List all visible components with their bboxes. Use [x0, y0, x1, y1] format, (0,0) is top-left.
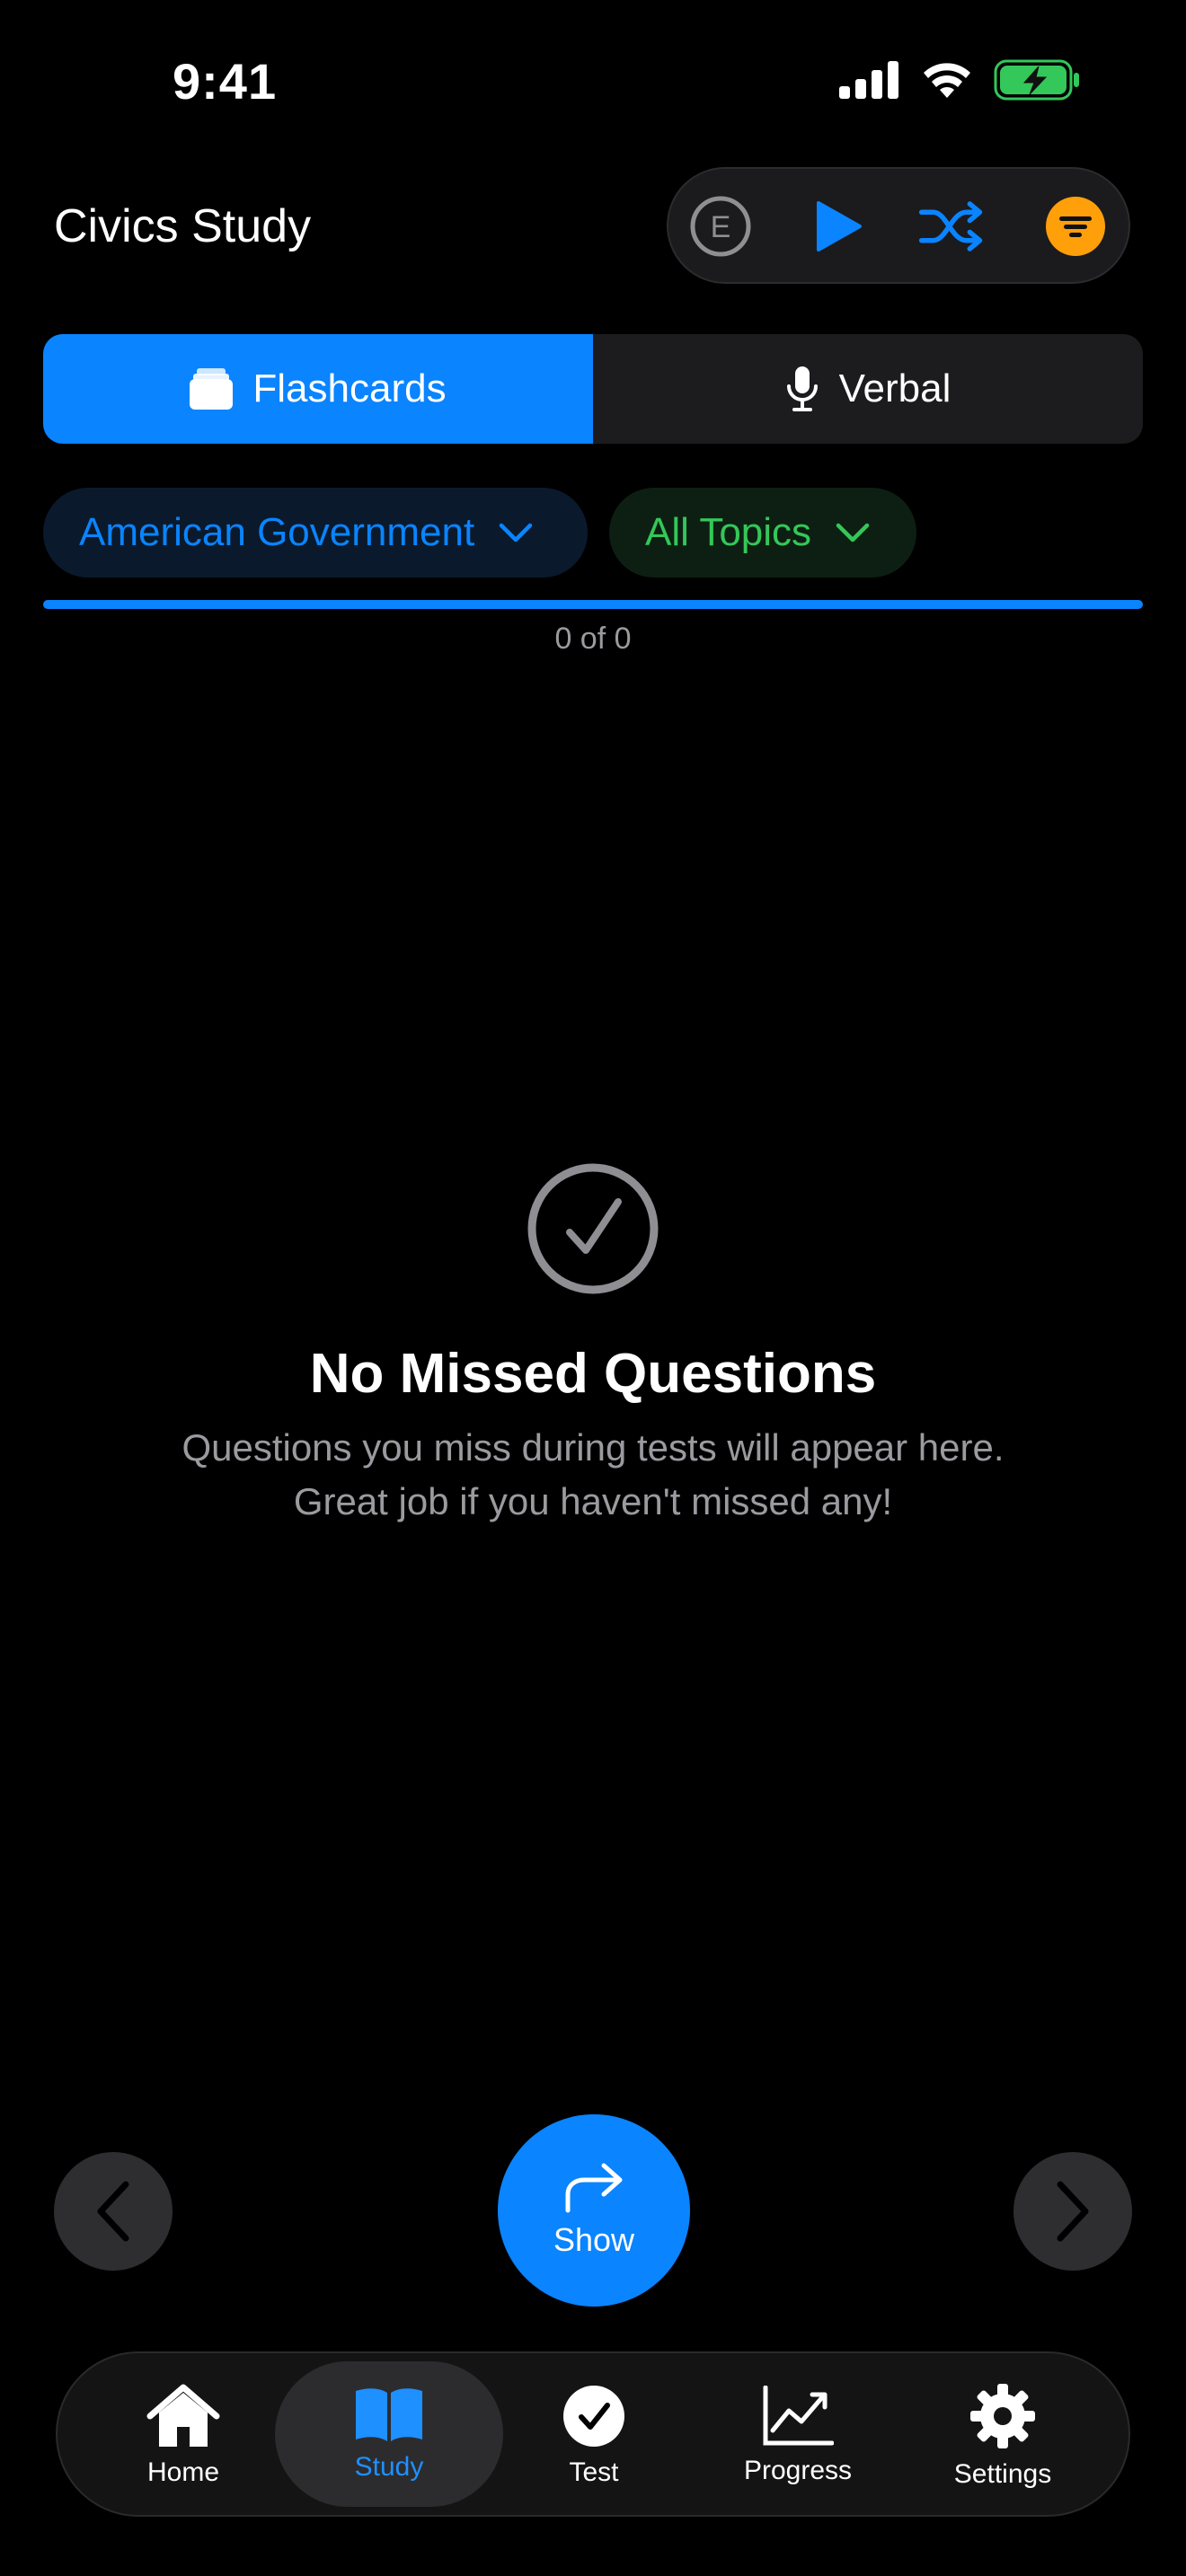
page-title: Civics Study [54, 200, 312, 252]
tab-progress[interactable]: Progress [712, 2353, 883, 2519]
tab-home[interactable]: Home [98, 2353, 269, 2519]
share-arrow-icon [565, 2163, 623, 2213]
tab-test-label: Test [569, 2457, 619, 2487]
tab-study-label: Study [354, 2452, 424, 2482]
topic-dropdown[interactable]: All Topics [609, 488, 916, 578]
battery-charging-icon [994, 59, 1079, 101]
play-button[interactable] [805, 193, 872, 260]
previous-button[interactable] [54, 2152, 173, 2271]
chart-line-icon [763, 2386, 834, 2446]
mode-segmented-control: Flashcards Verbal [43, 334, 1143, 444]
checkmark-circle-icon [527, 1163, 659, 1294]
tab-progress-label: Progress [743, 2456, 853, 2485]
wifi-icon [924, 63, 970, 98]
segment-verbal-label: Verbal [838, 366, 951, 410]
chevron-right-icon [1057, 2181, 1089, 2242]
header-toolbar: E [667, 167, 1130, 284]
signal-icon [839, 61, 898, 99]
status-time: 9:41 [173, 53, 278, 110]
empty-state-line-1: Questions you miss during tests will app… [181, 1426, 1005, 1469]
progress-count: 0 of 0 [554, 622, 632, 656]
status-icons [837, 59, 1080, 101]
category-dropdown-label: American Government [79, 510, 475, 554]
play-icon [817, 201, 862, 251]
segment-flashcards-label: Flashcards [252, 366, 447, 410]
microphone-icon [786, 366, 818, 411]
segment-verbal[interactable]: Verbal [593, 334, 1143, 444]
checkmark-circle-icon [563, 2386, 624, 2447]
tab-study[interactable]: Study [275, 2361, 503, 2507]
tab-home-label: Home [146, 2457, 220, 2487]
chevron-down-icon [499, 523, 533, 543]
filter-button[interactable] [1042, 193, 1109, 260]
progress-bar [43, 600, 1143, 609]
shuffle-button[interactable] [918, 193, 985, 260]
tab-bar: Home Study Test Progress Settings [56, 2351, 1130, 2517]
empty-state-message: Questions you miss during tests will app… [0, 1421, 1186, 1529]
next-button[interactable] [1013, 2152, 1132, 2271]
topic-dropdown-label: All Topics [645, 510, 812, 554]
tab-settings-label: Settings [953, 2459, 1052, 2489]
chevron-down-icon [836, 523, 870, 543]
cards-icon [190, 368, 234, 410]
tab-test[interactable]: Test [509, 2353, 679, 2519]
show-label: Show [553, 2221, 635, 2258]
chevron-left-icon [97, 2181, 129, 2242]
gear-icon [970, 2384, 1035, 2448]
segment-flashcards[interactable]: Flashcards [43, 334, 593, 444]
show-answer-button[interactable]: Show [498, 2114, 690, 2307]
shuffle-icon [918, 201, 983, 251]
house-icon [146, 2384, 220, 2447]
category-dropdown[interactable]: American Government [43, 488, 588, 578]
english-mode-button[interactable]: E [687, 193, 754, 260]
empty-state-title: No Missed Questions [309, 1343, 877, 1405]
book-icon [356, 2388, 422, 2441]
e-label: E [711, 210, 731, 244]
e-circle-icon: E [690, 196, 751, 257]
tab-settings[interactable]: Settings [917, 2353, 1088, 2519]
empty-state-line-2: Great job if you haven't missed any! [293, 1480, 893, 1522]
filter-icon [1046, 197, 1105, 256]
